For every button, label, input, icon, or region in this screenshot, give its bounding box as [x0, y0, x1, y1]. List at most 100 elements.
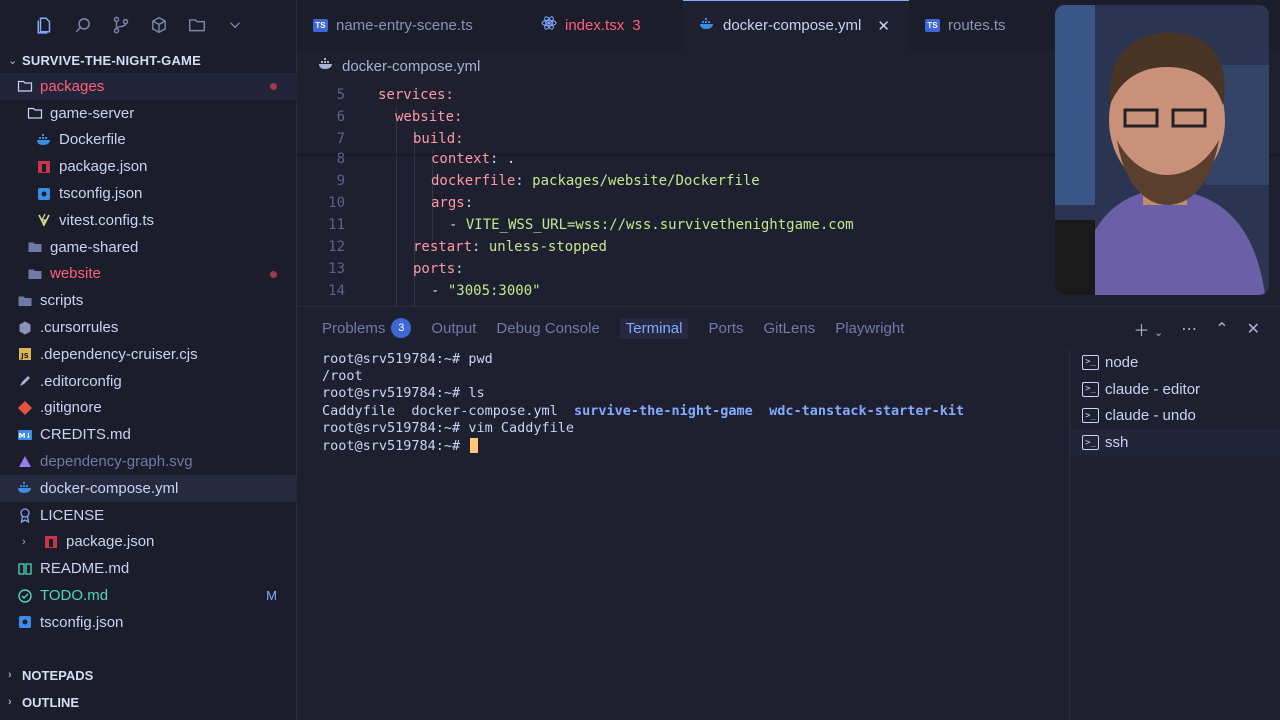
- docker-icon: [699, 16, 715, 36]
- js-icon: JS: [16, 345, 34, 363]
- terminal-output[interactable]: root@srv519784:~# pwd /root root@srv5197…: [322, 350, 1062, 454]
- terminal-line: root@srv519784:~# pwd: [322, 350, 493, 367]
- tsconfig-icon: [16, 613, 34, 631]
- code-line: 10 args:: [328, 195, 474, 211]
- breadcrumb[interactable]: docker-compose.yml: [318, 54, 480, 78]
- terminal-icon: >_: [1082, 408, 1099, 424]
- tree-item-vitest-config[interactable]: vitest.config.ts: [0, 207, 297, 234]
- terminal-line: root@srv519784:~#: [322, 437, 1062, 454]
- terminal-line: root@srv519784:~# ls: [322, 385, 485, 402]
- check-circle-icon: [16, 587, 34, 605]
- extensions-icon[interactable]: [148, 14, 170, 36]
- code-line: 5 services:: [336, 87, 454, 103]
- close-panel-icon[interactable]: ✕: [1247, 319, 1260, 339]
- terminal-list: >_ node >_ claude - editor >_ claude - u…: [1069, 349, 1280, 720]
- tab-index-tsx[interactable]: index.tsx 3: [525, 0, 683, 50]
- chevron-down-icon[interactable]: [224, 14, 246, 36]
- svg-text:M↓: M↓: [19, 432, 32, 440]
- more-icon[interactable]: ⋯: [1181, 319, 1197, 339]
- modified-badge: M: [266, 588, 277, 604]
- terminal-line: root@srv519784:~# vim Caddyfile: [322, 420, 574, 437]
- tsconfig-icon: [35, 185, 53, 203]
- tree-item-game-server[interactable]: game-server: [0, 100, 297, 127]
- tree-item-docker-compose[interactable]: docker-compose.yml: [0, 474, 297, 502]
- tab-docker-compose[interactable]: docker-compose.yml ✕: [683, 0, 909, 50]
- tab-gitlens[interactable]: GitLens: [764, 307, 816, 349]
- problems-badge: 3: [391, 318, 412, 338]
- tab-debug-console[interactable]: Debug Console: [496, 307, 599, 349]
- webcam-person-image: [1055, 5, 1269, 295]
- tab-ports[interactable]: Ports: [708, 307, 743, 349]
- panel-actions: ＋ ⌄ ⋯ ⌃ ✕: [1134, 317, 1260, 341]
- code-line: 11 - VITE_WSS_URL=wss://wss.survivetheni…: [328, 217, 854, 233]
- tree-item-website[interactable]: website: [0, 261, 297, 288]
- tree-item-gitignore[interactable]: .gitignore: [0, 395, 297, 422]
- project-title[interactable]: ⌄ SURVIVE-THE-NIGHT-GAME: [0, 50, 297, 70]
- docker-icon: [318, 56, 334, 76]
- tree-item-dockerfile[interactable]: Dockerfile: [0, 127, 297, 154]
- tree-item-dependency-graph[interactable]: dependency-graph.svg: [0, 448, 297, 475]
- source-control-icon[interactable]: [110, 14, 132, 36]
- docker-icon: [16, 479, 34, 497]
- typescript-icon: TS: [925, 18, 940, 32]
- typescript-icon: TS: [313, 18, 328, 32]
- tree-item-credits[interactable]: M↓ CREDITS.md: [0, 421, 297, 448]
- code-line: 14 - "3005:3000": [328, 283, 541, 299]
- code-line: 6 website:: [336, 109, 463, 125]
- new-terminal-icon[interactable]: ＋ ⌄: [1134, 317, 1164, 341]
- editorconfig-icon: [16, 372, 34, 390]
- terminal-item-node[interactable]: >_ node: [1070, 349, 1280, 376]
- tree-item-tsconfig[interactable]: tsconfig.json: [0, 180, 297, 207]
- tree-item-readme[interactable]: README.md: [0, 555, 297, 582]
- tree-item-scripts[interactable]: scripts: [0, 287, 297, 314]
- panel-tabs: Problems 3 Output Debug Console Terminal…: [297, 307, 904, 349]
- svg-text:JS: JS: [20, 352, 29, 360]
- tab-problems[interactable]: Problems 3: [322, 307, 412, 349]
- tab-output[interactable]: Output: [431, 307, 476, 349]
- code-line: 12 restart: unless-stopped: [328, 239, 607, 255]
- file-tree: packages game-server Dockerfile package.…: [0, 73, 297, 636]
- terminal-item-claude-editor[interactable]: >_ claude - editor: [1070, 376, 1280, 403]
- tab-routes[interactable]: TS routes.ts: [909, 0, 1049, 50]
- outline-section[interactable]: › OUTLINE: [0, 689, 297, 715]
- docker-icon: [35, 131, 53, 149]
- close-icon[interactable]: ✕: [877, 17, 890, 35]
- vitest-icon: [35, 211, 53, 229]
- folder-icon: [26, 238, 44, 256]
- notepads-section[interactable]: › NOTEPADS: [0, 662, 297, 688]
- project-name: SURVIVE-THE-NIGHT-GAME: [22, 52, 201, 68]
- problem-count: 3: [632, 16, 641, 34]
- tree-item-game-shared[interactable]: game-shared: [0, 234, 297, 261]
- tree-item-packages[interactable]: packages: [0, 73, 297, 100]
- npm-icon: [42, 533, 60, 551]
- maximize-panel-icon[interactable]: ⌃: [1215, 319, 1228, 339]
- tab-terminal[interactable]: Terminal: [619, 307, 689, 349]
- terminal-cursor: [470, 438, 479, 454]
- files-icon[interactable]: [34, 14, 56, 36]
- react-icon: [541, 15, 557, 35]
- search-icon[interactable]: [72, 14, 94, 36]
- tree-item-root-tsconfig[interactable]: tsconfig.json: [0, 609, 297, 636]
- tree-item-todo[interactable]: TODO.md M: [0, 582, 297, 609]
- terminal-item-ssh[interactable]: >_ ssh: [1070, 429, 1280, 457]
- tree-item-cursorrules[interactable]: .cursorrules: [0, 314, 297, 341]
- folder-icon: [16, 77, 34, 95]
- tree-item-root-package-json[interactable]: › package.json: [0, 529, 297, 556]
- tree-item-dependency-cruiser[interactable]: JS .dependency-cruiser.cjs: [0, 341, 297, 368]
- tree-item-editorconfig[interactable]: .editorconfig: [0, 368, 297, 395]
- terminal-item-claude-undo[interactable]: >_ claude - undo: [1070, 403, 1280, 430]
- cursor-icon: [16, 319, 34, 337]
- markdown-icon: M↓: [16, 426, 34, 444]
- tree-item-license[interactable]: LICENSE: [0, 502, 297, 529]
- error-dot: [270, 270, 277, 278]
- indent-guide: [396, 106, 397, 306]
- code-line: 9 dockerfile: packages/website/Dockerfil…: [336, 173, 760, 189]
- tab-name-entry-scene[interactable]: TS name-entry-scene.ts: [297, 0, 525, 50]
- webcam-overlay: [1055, 5, 1269, 295]
- error-dot: [270, 83, 277, 90]
- tree-item-package-json[interactable]: package.json: [0, 153, 297, 180]
- terminal-line: /root: [322, 368, 363, 385]
- folder-icon[interactable]: [186, 14, 208, 36]
- tab-playwright[interactable]: Playwright: [835, 307, 904, 349]
- explorer-sidebar: ⌄ SURVIVE-THE-NIGHT-GAME packages game-s…: [0, 0, 297, 720]
